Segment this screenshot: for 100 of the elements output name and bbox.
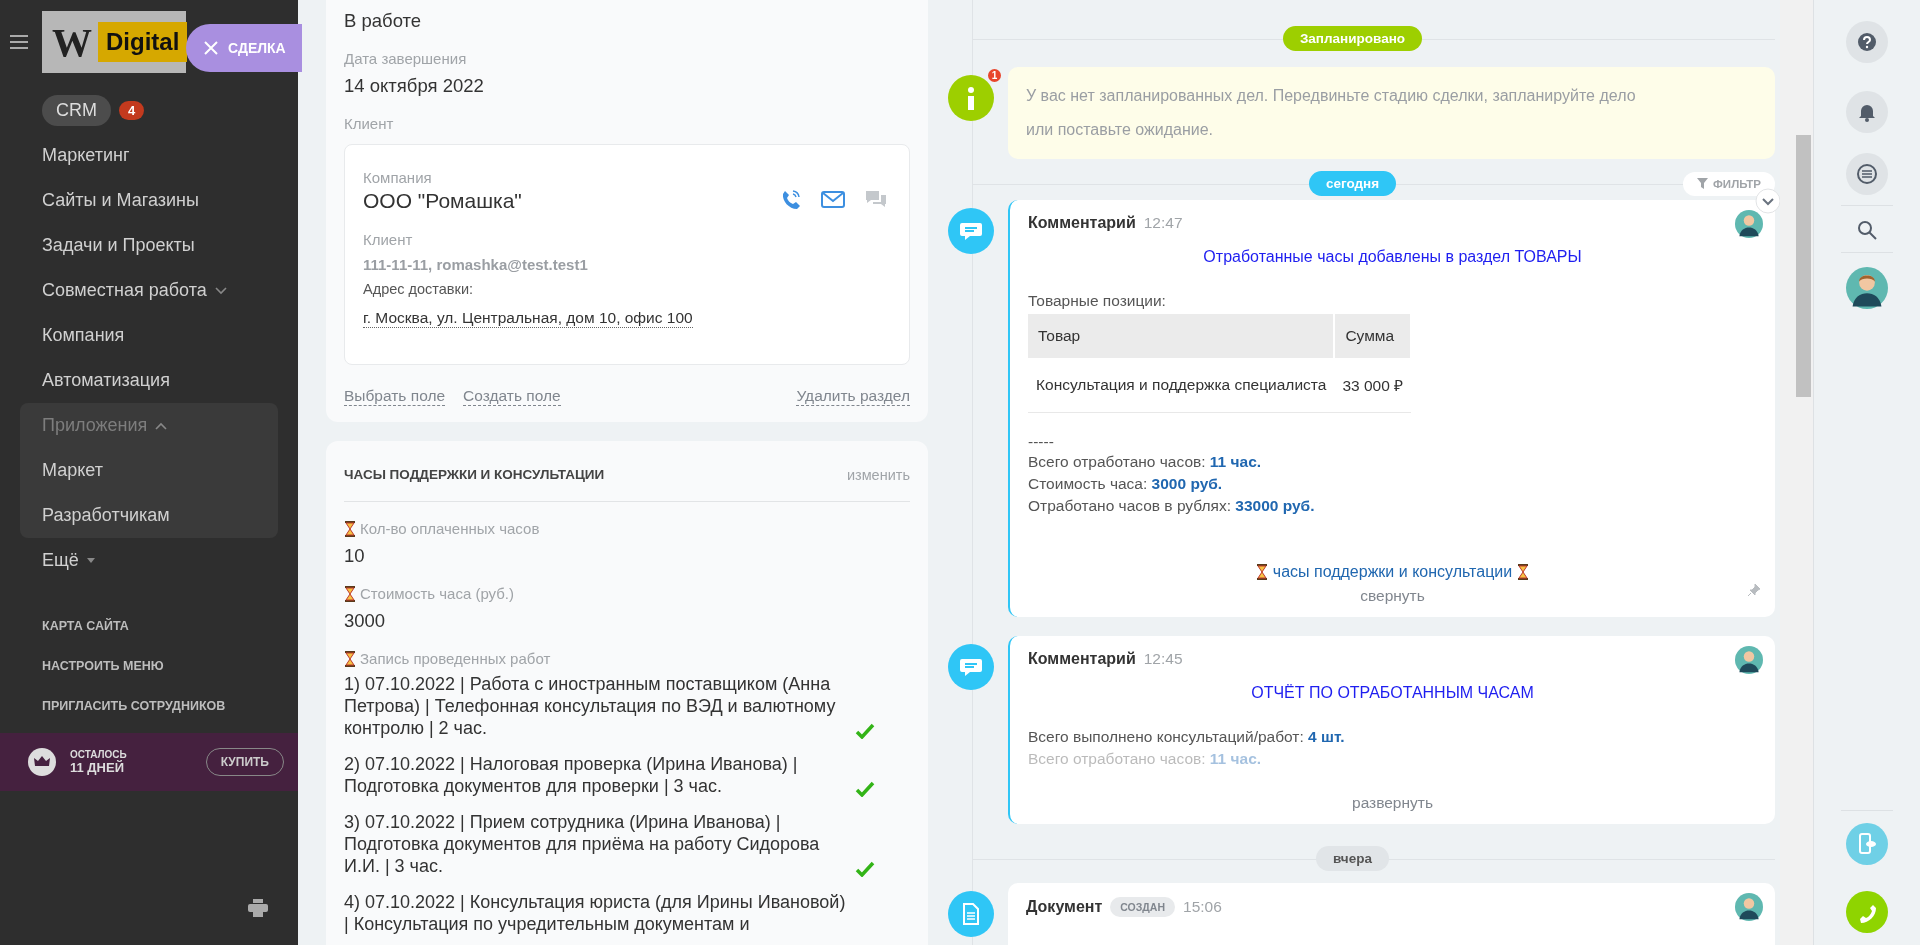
field-action-link[interactable]: Выбрать поле [344,387,446,406]
nav-item[interactable]: Задачи и Проекты [20,223,278,268]
chevron-icon [214,286,227,295]
entry-time: 12:47 [1143,214,1183,232]
avatar-icon [1735,646,1763,674]
field-value: 14 октября 2022 [344,75,485,97]
printer-icon[interactable] [248,899,268,917]
company-name[interactable]: ООО "Ромашка" [363,189,781,213]
hourglass-icon [1517,564,1530,580]
nav-item[interactable]: Разработчикам [20,493,278,538]
work-record: 4) 07.10.2022 | Консультация юриста (для Ирины Ивановой) | Консультация по учредительным документам и [344,891,847,935]
trial-days: 11 ДНЕЙ [70,760,192,775]
hourglass-icon [1255,564,1268,580]
check-icon [855,781,875,797]
filter-icon [1697,178,1709,189]
logo[interactable]: W Digital [42,11,186,73]
delete-section-link[interactable]: Удалить раздел [796,387,910,406]
trial-label: ОСТАЛОСЬ [70,749,128,760]
expand-link[interactable]: развернуть [1352,794,1433,812]
hourglass-icon [344,650,356,667]
collapse-link[interactable]: свернуть [1360,587,1425,605]
stat-line: Всего отработано часов: 11 час. [1028,749,1263,769]
chevron-icon [155,421,168,430]
nav-item[interactable]: Маркетинг [20,133,278,178]
stat-line: Стоимость часа: 3000 руб. [1028,474,1224,494]
field-label: Кол-во оплаченных часов [360,520,540,537]
entry-title: Документ [1026,898,1103,916]
field-label: Клиент [344,115,395,132]
field-label: Стоимость часа (руб.) [360,585,515,602]
notification-badge: 1 [986,67,1003,84]
footer-link[interactable]: КАРТА САЙТА [42,619,298,633]
info-message: У вас нет запланированных дел. Передвиньте стадию сделки, запланируйте дело или поставьте ожидание. [1008,67,1775,159]
entry-title: Комментарий [1028,214,1136,232]
pin-icon[interactable] [1747,583,1761,597]
check-icon [855,861,875,877]
nav-item[interactable]: Автоматизация [20,358,278,403]
field-label: Запись проведенных работ [360,650,551,667]
comment-icon [948,644,994,690]
entry-time: 12:45 [1143,650,1183,668]
stat-line: Всего выполнено консультаций/работ: 4 шт. [1028,727,1346,747]
hourglass-icon [344,585,356,602]
nav-item[interactable]: Маркет [20,448,278,493]
field-value: 3000 [344,610,387,632]
nav-item[interactable]: Компания [20,313,278,358]
document-icon [948,891,994,937]
column-header: Товар [1028,314,1335,358]
field-value: 10 [344,545,366,567]
chevron-icon[interactable] [1755,188,1780,214]
table-cell: Консультация и поддержка специалиста [1028,358,1335,413]
hourglass-icon [344,520,356,537]
field-label: Адрес доставки: [363,281,475,297]
stat-line: Всего отработано часов: 11 час. [1028,452,1263,472]
section-link[interactable]: часы поддержки и консультации [1272,563,1513,581]
caret-icon [86,558,95,563]
phone-icon[interactable] [781,188,801,211]
stat-line: Отработано часов в рублях: 33000 руб. [1028,496,1316,516]
comment-heading: ОТЧЁТ ПО ОТРАБОТАННЫМ ЧАСАМ [1250,684,1535,702]
avatar-icon [1735,210,1763,238]
field-label: Дата завершения [344,50,468,67]
close-icon [204,41,218,55]
check-icon [855,723,875,739]
column-header: Сумма [1334,314,1412,358]
yesterday-pill: вчера [1316,846,1389,871]
today-pill: сегодня [1308,171,1397,196]
crm-pill[interactable]: CRM [42,95,111,126]
nav-item[interactable]: Ещё [42,550,79,571]
footer-link[interactable]: НАСТРОИТЬ МЕНЮ [42,659,298,673]
search-icon[interactable] [1857,220,1877,240]
nav-item[interactable]: Сайты и Магазины [20,178,278,223]
comment-heading: Отработанные часы добавлены в раздел ТОВАРЫ [1202,248,1583,266]
avatar-icon [1735,893,1763,921]
section-title: ЧАСЫ ПОДДЕРЖКИ И КОНСУЛЬТАЦИИ [344,467,605,483]
entry-time: 15:06 [1183,898,1222,916]
contact-info: 111-11-11, romashka@test.test1 [363,256,589,273]
table-cell: 33 000 ₽ [1334,358,1412,413]
chat-icon[interactable] [1846,153,1888,195]
status-tag: СОЗДАН [1110,897,1175,917]
work-record: 1) 07.10.2022 | Работа с иностранным поставщиком (Анна Петрова) | Телефонная консультация по ВЭД и валютному контролю | 2 час. [344,673,837,739]
entry-title: Комментарий [1028,650,1136,668]
items-label: Товарные позиции: [1028,292,1167,310]
field-label: Клиент [363,231,414,248]
comment-icon [948,208,994,254]
crown-icon [28,748,56,776]
bell-icon[interactable] [1846,91,1888,133]
field-action-link[interactable]: Создать поле [463,387,561,406]
menu-icon[interactable] [10,35,28,49]
work-record: 2) 07.10.2022 | Налоговая проверка (Ирина Иванова) | Подготовка документов для проверки | 3 час. [344,753,799,797]
planned-pill: Запланировано [1282,26,1423,51]
footer-link[interactable]: ПРИГЛАСИТЬ СОТРУДНИКОВ [42,699,298,713]
mail-icon[interactable] [821,191,845,208]
field-label: Компания [363,169,433,186]
help-icon[interactable] [1846,21,1888,63]
separator-text: ----- [1028,433,1055,451]
nav-item[interactable]: Совместная работа [42,280,207,301]
count-badge: 4 [119,101,145,120]
user-avatar[interactable] [1846,267,1888,309]
field-value: В работе [344,10,423,32]
nav-item[interactable]: CRM 4 [20,88,278,133]
info-icon [948,75,994,121]
address-link[interactable]: г. Москва, ул. Центральная, дом 10, офис 100 [363,309,693,328]
